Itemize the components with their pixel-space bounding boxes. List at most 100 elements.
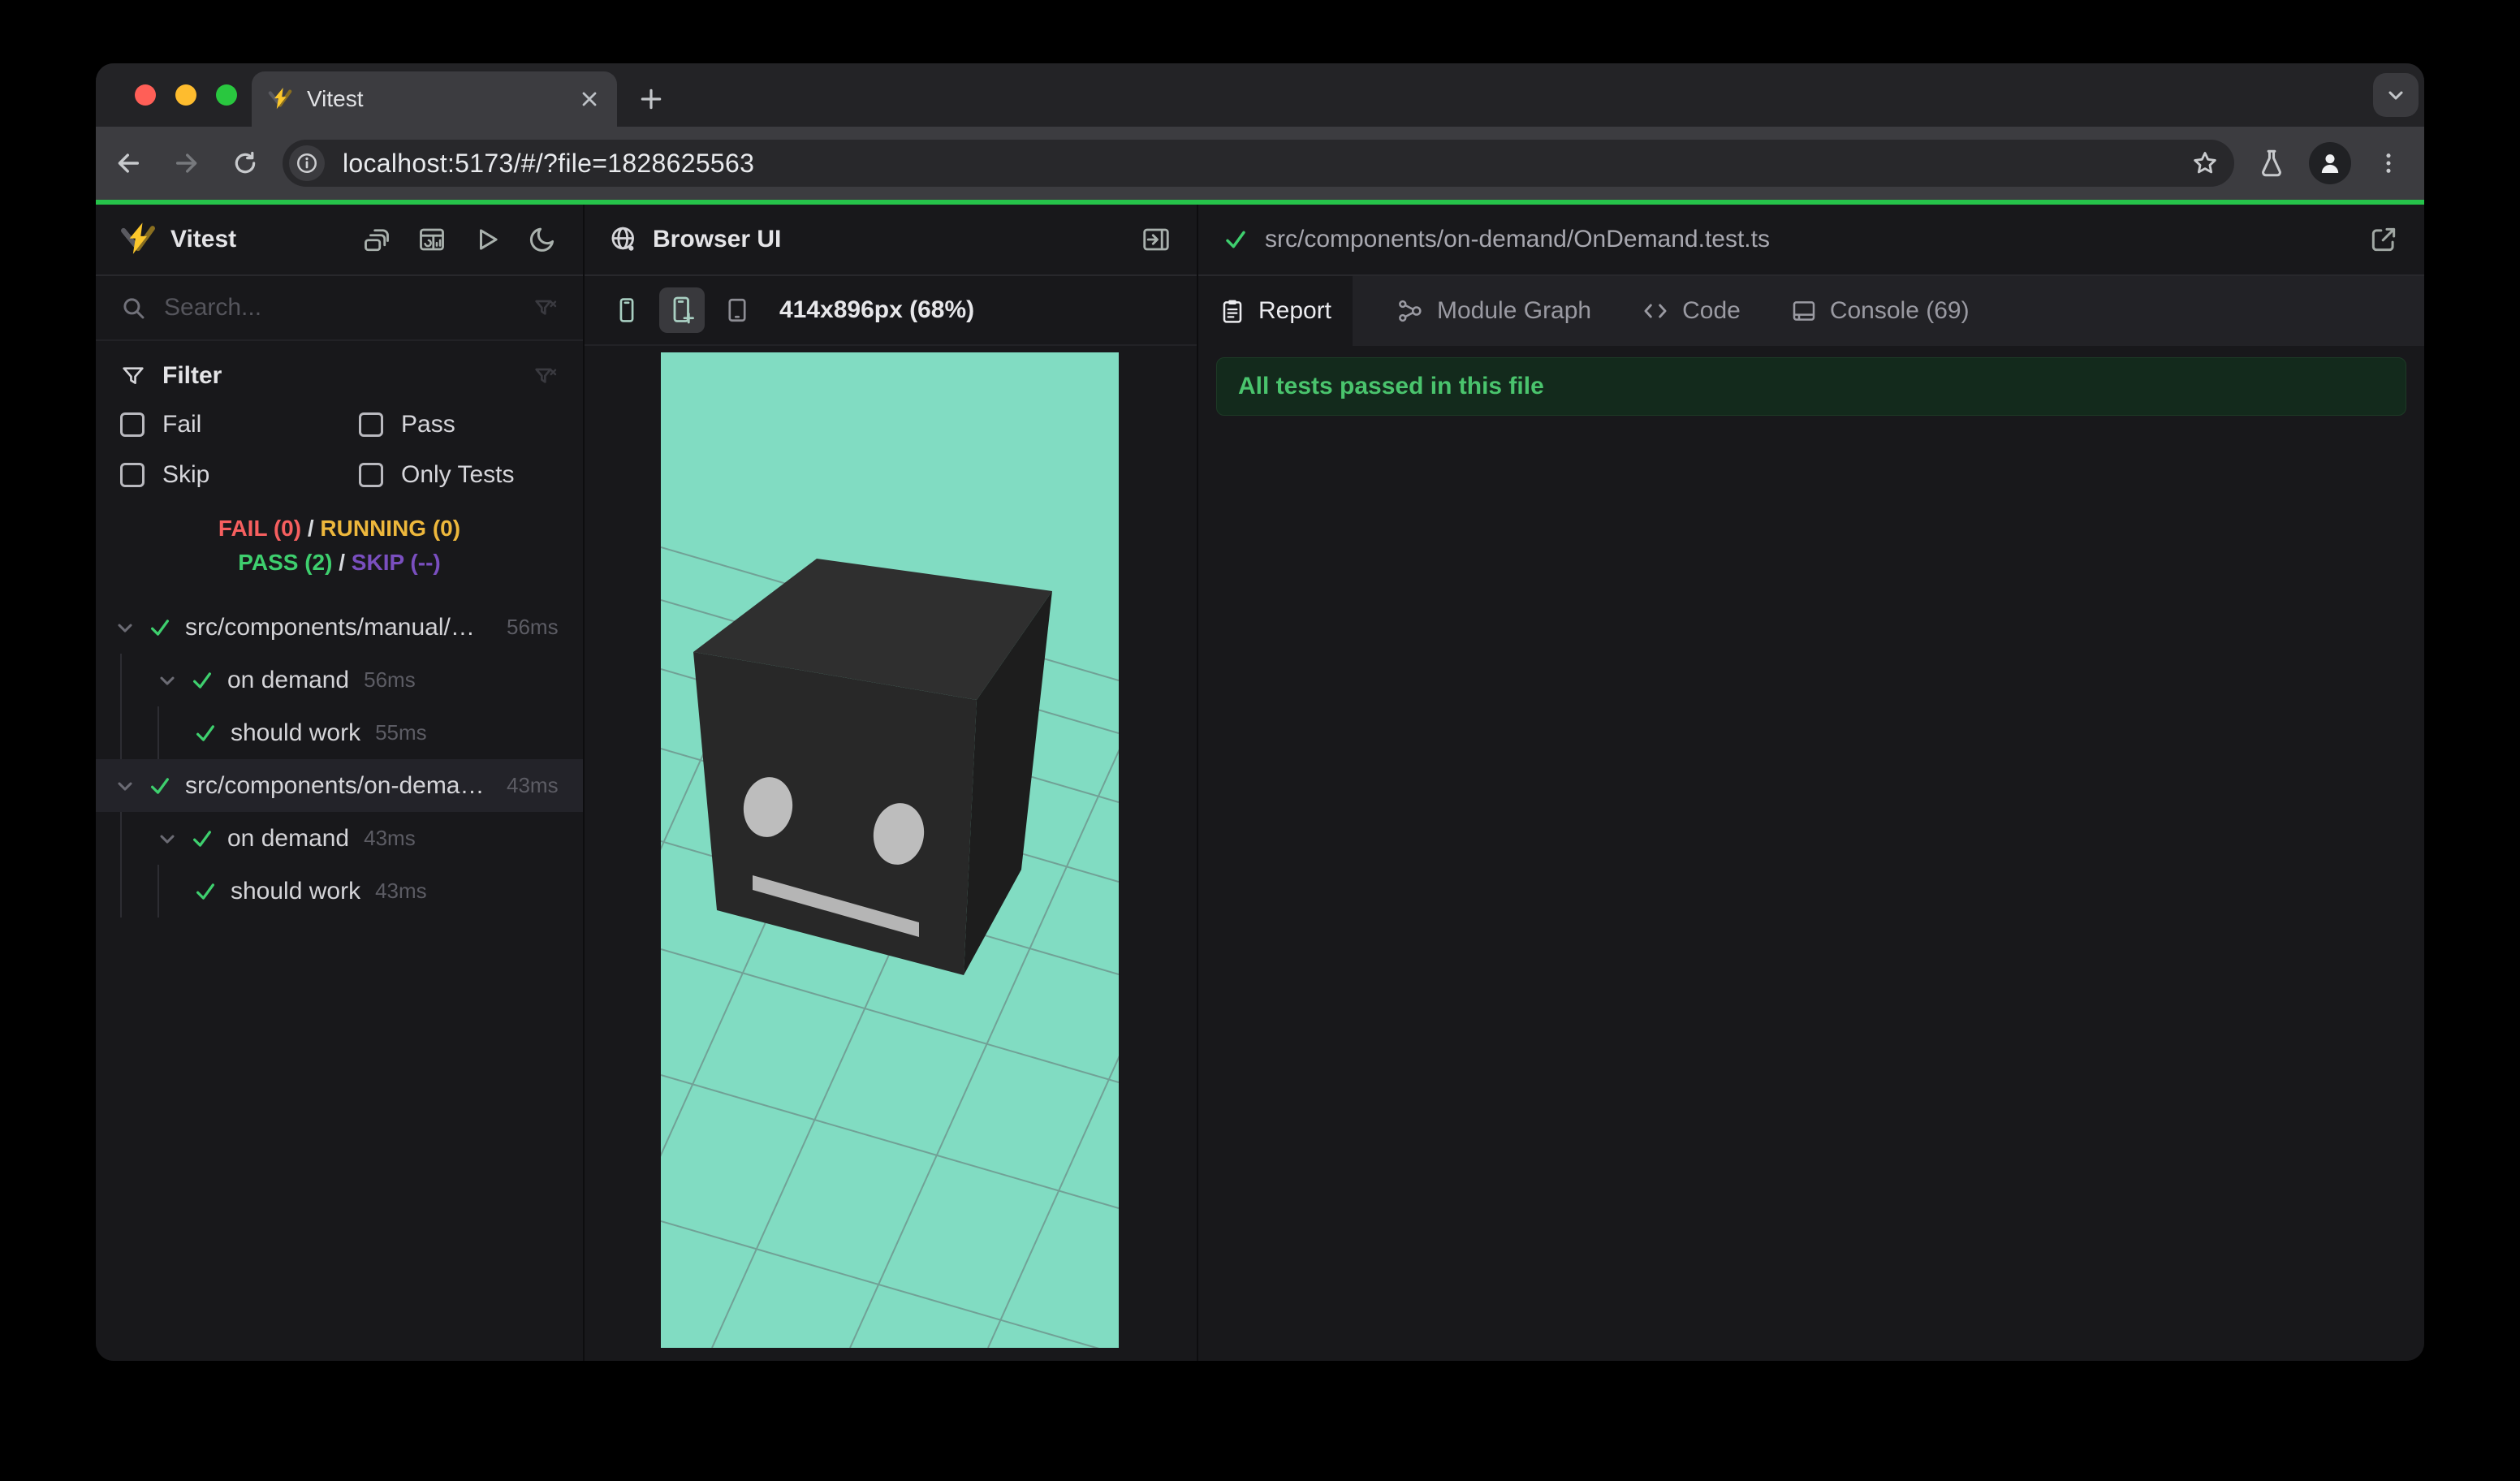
new-tab-button[interactable]	[630, 78, 672, 120]
reload-icon	[232, 150, 258, 176]
chevron-down-icon[interactable]	[156, 827, 179, 850]
filter-option-fail[interactable]: Fail	[120, 411, 359, 438]
clear-search-filter-icon[interactable]	[533, 295, 559, 321]
toolbar-actions	[2255, 142, 2405, 184]
window-controls	[135, 84, 237, 106]
pass-check-icon	[148, 615, 172, 640]
vitest-logo-icon	[120, 222, 156, 257]
status-banner: All tests passed in this file	[1216, 357, 2406, 416]
code-icon	[1642, 297, 1669, 325]
filter-title: Filter	[162, 362, 222, 389]
browser-tab[interactable]: Vitest	[252, 71, 617, 127]
run-all-button[interactable]	[471, 223, 503, 256]
open-panel-button[interactable]	[1140, 223, 1172, 256]
zoom-window-button[interactable]	[216, 84, 237, 106]
detail-tabs: Report Module Graph Code Console (69)	[1198, 276, 2424, 346]
forward-button[interactable]	[161, 137, 213, 189]
chevron-down-icon[interactable]	[114, 775, 136, 797]
vitest-ui: Vitest Filter	[96, 205, 2424, 1361]
tab-title: Vitest	[307, 86, 364, 111]
chevron-down-icon[interactable]	[156, 669, 179, 692]
search-bar	[96, 276, 583, 341]
dashboard-button[interactable]	[416, 223, 448, 256]
back-button[interactable]	[102, 137, 154, 189]
device-toolbar: 414x896px (68%)	[585, 276, 1197, 346]
device-tablet-button[interactable]	[716, 289, 758, 331]
tab-console[interactable]: Console (69)	[1783, 276, 1978, 346]
detail-panel: src/components/on-demand/OnDemand.test.t…	[1198, 205, 2424, 1361]
open-in-editor-button[interactable]	[2367, 223, 2400, 256]
checkbox-fail[interactable]	[120, 412, 145, 437]
robot-cube-scene[interactable]	[297, 352, 1465, 1355]
address-bar[interactable]: localhost:5173/#/?file=1828625563	[283, 140, 2234, 187]
tab-search-button[interactable]	[2373, 73, 2419, 117]
tab-close-icon[interactable]	[578, 88, 601, 110]
checkbox-pass[interactable]	[359, 412, 383, 437]
pass-check-icon	[190, 827, 214, 851]
url-text[interactable]: localhost:5173/#/?file=1828625563	[343, 149, 2182, 179]
checkbox-only-tests[interactable]	[359, 463, 383, 487]
test-file-path: src/components/on-demand/OnDemand.test.t…	[1265, 226, 1770, 253]
skip-count: SKIP (--)	[351, 550, 441, 575]
globe-icon	[609, 225, 638, 254]
indent-guide	[158, 706, 159, 759]
filter-option-skip[interactable]: Skip	[120, 461, 359, 489]
pass-check-icon	[1223, 227, 1249, 253]
console-icon	[1791, 298, 1817, 324]
test-tree: src/components/manual/… 56ms on demand 5…	[96, 601, 583, 918]
tablet-icon	[723, 296, 751, 324]
play-icon	[472, 225, 502, 254]
person-icon	[2316, 149, 2344, 177]
checkbox-skip[interactable]	[120, 463, 145, 487]
sidebar: Vitest Filter	[96, 205, 585, 1361]
device-mobile-add-button[interactable]	[659, 287, 705, 333]
tab-module-graph[interactable]: Module Graph	[1388, 276, 1599, 346]
star-icon	[2191, 149, 2219, 177]
test-suite-row[interactable]: on demand 56ms	[96, 654, 583, 706]
browser-menu-button[interactable]	[2372, 147, 2405, 179]
reload-button[interactable]	[219, 137, 271, 189]
preview-viewport[interactable]	[297, 352, 1465, 1355]
detail-header: src/components/on-demand/OnDemand.test.t…	[1198, 205, 2424, 276]
pass-check-icon	[190, 668, 214, 693]
device-mobile-button[interactable]	[606, 289, 648, 331]
profile-button[interactable]	[2309, 142, 2351, 184]
indent-guide	[120, 654, 122, 759]
theme-toggle-button[interactable]	[526, 223, 559, 256]
dashboard-icon	[417, 225, 447, 254]
site-info-button[interactable]	[289, 145, 325, 181]
chevron-down-icon[interactable]	[114, 616, 136, 639]
test-case-row[interactable]: should work 43ms	[96, 865, 583, 918]
browser-toolbar: localhost:5173/#/?file=1828625563	[96, 127, 2424, 200]
close-window-button[interactable]	[135, 84, 156, 106]
pass-check-icon	[193, 721, 218, 745]
plus-icon	[638, 86, 664, 112]
filter-option-pass[interactable]: Pass	[359, 411, 559, 438]
funnel-icon	[120, 363, 146, 389]
forward-arrow-icon	[173, 149, 201, 177]
clear-filter-icon[interactable]	[533, 363, 559, 389]
external-link-icon	[2368, 224, 2399, 255]
moon-icon	[528, 225, 557, 254]
test-suite-row[interactable]: on demand 43ms	[96, 812, 583, 865]
collapse-all-button[interactable]	[360, 223, 393, 256]
tab-code[interactable]: Code	[1633, 276, 1749, 346]
test-file-row[interactable]: src/components/manual/… 56ms	[96, 601, 583, 654]
filter-option-only-tests[interactable]: Only Tests	[359, 461, 559, 489]
indent-guide	[158, 865, 159, 918]
minimize-window-button[interactable]	[175, 84, 196, 106]
search-input[interactable]	[164, 294, 533, 322]
pass-count: PASS (2)	[238, 550, 333, 575]
phone-plus-icon	[667, 296, 697, 325]
test-case-row[interactable]: should work 55ms	[96, 706, 583, 759]
indent-guide	[120, 812, 122, 918]
module-graph-icon	[1396, 297, 1424, 325]
test-file-row-selected[interactable]: src/components/on-dema… 43ms	[96, 759, 583, 812]
layers-icon	[362, 225, 391, 254]
labs-button[interactable]	[2255, 147, 2288, 179]
sidebar-header: Vitest	[96, 205, 583, 276]
bookmark-button[interactable]	[2182, 140, 2228, 186]
viewport-size-label: 414x896px (68%)	[779, 296, 975, 323]
tab-report[interactable]: Report	[1198, 276, 1353, 346]
phone-icon	[613, 296, 641, 324]
